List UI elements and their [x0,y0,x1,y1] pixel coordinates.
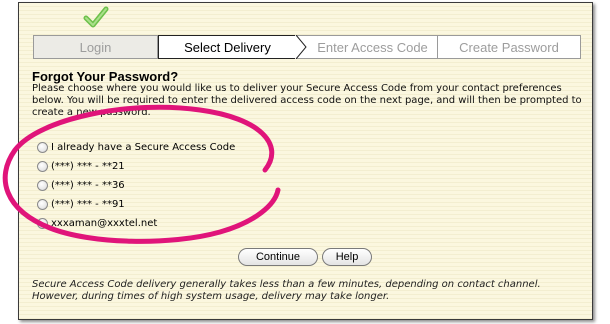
option-label: (***) *** - **91 [51,199,125,210]
radio-button[interactable] [37,180,48,191]
help-button[interactable]: Help [322,248,372,266]
forgot-password-panel: Login Select Delivery Enter Access Code … [18,2,593,320]
continue-button[interactable]: Continue [238,248,318,266]
radio-button[interactable] [37,199,48,210]
option-label: xxxaman@xxxtel.net [51,218,158,229]
radio-button[interactable] [37,161,48,172]
option-existing-code[interactable]: I already have a Secure Access Code [37,138,235,157]
radio-button[interactable] [37,218,48,229]
step-select-delivery: Select Delivery [158,35,296,59]
button-row: Continue Help [238,248,372,266]
step-login: Login [34,36,158,58]
step-create-password: Create Password [459,39,559,55]
option-phone-91[interactable]: (***) *** - **91 [37,195,235,214]
option-email[interactable]: xxxaman@xxxtel.net [37,214,235,233]
checkmark-icon [83,6,109,28]
delivery-note: Secure Access Code delivery generally ta… [32,279,541,302]
option-label: (***) *** - **21 [51,161,125,172]
step-enter-access-code: Enter Access Code [308,36,438,58]
instructions-text: Please choose where you would like us to… [32,83,582,118]
delivery-options: I already have a Secure Access Code (***… [37,138,235,233]
option-phone-36[interactable]: (***) *** - **36 [37,176,235,195]
option-phone-21[interactable]: (***) *** - **21 [37,157,235,176]
page-title: Forgot Your Password? [32,69,179,84]
option-label: I already have a Secure Access Code [51,142,236,153]
wizard-steps: Login Select Delivery Enter Access Code … [33,35,581,59]
option-label: (***) *** - **36 [51,180,125,191]
radio-button[interactable] [37,142,48,153]
step-arrow [295,35,308,59]
